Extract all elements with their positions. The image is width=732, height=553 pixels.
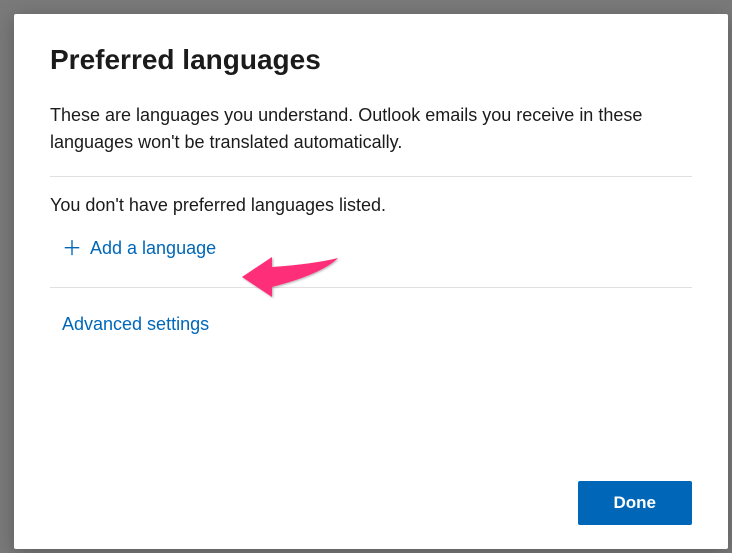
- dialog-footer: Done: [50, 461, 692, 525]
- plus-icon: ＋: [62, 239, 82, 259]
- add-language-link[interactable]: ＋ Add a language: [62, 238, 692, 259]
- done-button[interactable]: Done: [578, 481, 693, 525]
- divider: [50, 287, 692, 288]
- advanced-settings-link[interactable]: Advanced settings: [62, 314, 692, 335]
- divider: [50, 176, 692, 177]
- empty-status-text: You don't have preferred languages liste…: [50, 195, 692, 216]
- dialog-description: These are languages you understand. Outl…: [50, 102, 692, 156]
- preferred-languages-dialog: Preferred languages These are languages …: [14, 14, 728, 549]
- add-language-label: Add a language: [90, 238, 216, 259]
- dialog-title: Preferred languages: [50, 44, 692, 76]
